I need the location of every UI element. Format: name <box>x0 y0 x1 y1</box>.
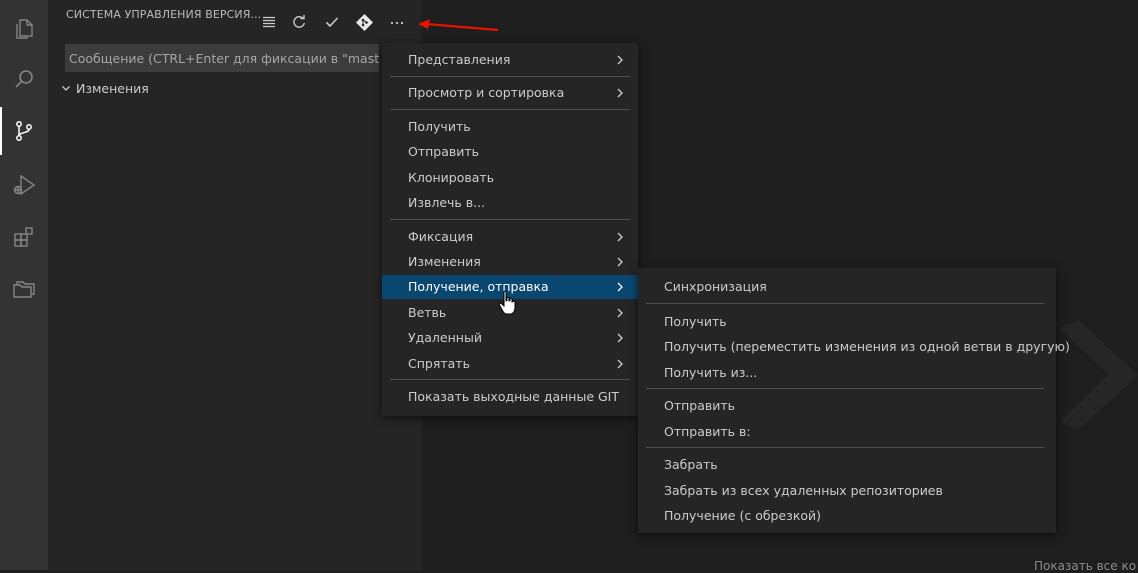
menu-item-label: Извлечь в... <box>408 195 486 210</box>
more-actions-menu: Представления Просмотр и сортировка Полу… <box>382 43 638 416</box>
chevron-right-icon <box>617 282 623 292</box>
menu-item-label: Отправить в: <box>664 424 751 439</box>
run-debug-icon[interactable] <box>0 161 48 209</box>
menu-item-checkout[interactable]: Извлечь в... <box>382 191 638 215</box>
chevron-right-icon <box>617 232 623 242</box>
menu-item-label: Забрать <box>664 457 718 472</box>
menu-item-view-sort[interactable]: Просмотр и сортировка <box>382 81 638 105</box>
chevron-right-icon <box>617 257 623 267</box>
menu-item-label: Спрятать <box>408 356 470 371</box>
submenu-item-pull[interactable]: Получить <box>638 310 1056 334</box>
menu-item-push[interactable]: Отправить <box>382 140 638 164</box>
check-icon[interactable] <box>321 11 343 33</box>
chevron-down-icon <box>62 86 70 91</box>
more-icon[interactable] <box>386 11 408 33</box>
submenu-item-fetch-prune[interactable]: Получение (с обрезкой) <box>638 504 1056 528</box>
chevron-right-icon <box>617 55 623 65</box>
menu-separator <box>390 76 630 77</box>
chevron-right-icon <box>617 308 623 318</box>
submenu-item-pull-from[interactable]: Получить из... <box>638 361 1056 385</box>
menu-item-clone[interactable]: Клонировать <box>382 166 638 190</box>
menu-item-label: Представления <box>408 52 511 67</box>
menu-item-label: Ветвь <box>408 305 447 320</box>
list-icon[interactable] <box>258 11 280 33</box>
menu-item-label: Показать выходные данные GIT <box>408 389 620 404</box>
panel-title: СИСТЕМА УПРАВЛЕНИЯ ВЕРСИЯ... <box>66 8 262 21</box>
menu-item-stash[interactable]: Спрятать <box>382 352 638 376</box>
menu-item-label: Синхронизация <box>664 279 767 294</box>
menu-item-label: Отправить <box>408 144 480 159</box>
source-control-icon[interactable] <box>0 107 48 155</box>
menu-item-label: Получить из... <box>664 365 758 380</box>
menu-separator <box>390 379 630 380</box>
menu-item-label: Изменения <box>408 254 481 269</box>
menu-separator <box>390 109 630 110</box>
menu-item-label: Отправить <box>664 398 736 413</box>
menu-separator <box>646 447 1044 448</box>
menu-item-label: Просмотр и сортировка <box>408 85 565 100</box>
menu-item-remote[interactable]: Удаленный <box>382 326 638 350</box>
menu-item-label: Получение (с обрезкой) <box>664 508 822 523</box>
git-icon[interactable] <box>353 11 375 33</box>
hand-cursor-icon <box>498 290 516 315</box>
menu-item-label: Забрать из всех удаленных репозиториев <box>664 483 943 498</box>
menu-item-changes[interactable]: Изменения <box>382 250 638 274</box>
changes-group-header[interactable]: Изменения <box>60 80 149 96</box>
explorer-icon[interactable] <box>0 5 48 53</box>
menu-item-views[interactable]: Представления <box>382 48 638 72</box>
changes-label: Изменения <box>76 80 149 96</box>
submenu-item-push[interactable]: Отправить <box>638 394 1056 418</box>
chevron-right-icon <box>617 88 623 98</box>
submenu-item-fetch[interactable]: Забрать <box>638 453 1056 477</box>
menu-item-label: Удаленный <box>408 330 482 345</box>
menu-item-label: Фиксация <box>408 229 474 244</box>
pull-push-submenu: Синхронизация Получить Получить (перемес… <box>638 268 1070 533</box>
refresh-icon[interactable] <box>288 11 310 33</box>
show-all-commands-hint: Показать все ко <box>1034 559 1137 573</box>
submenu-item-push-to[interactable]: Отправить в: <box>638 420 1056 444</box>
chevron-right-icon <box>617 333 623 343</box>
remote-explorer-icon[interactable] <box>0 265 48 313</box>
search-icon[interactable] <box>0 55 48 103</box>
commit-message-input[interactable] <box>65 44 379 72</box>
menu-item-label: Получить <box>408 119 471 134</box>
menu-separator <box>390 219 630 220</box>
menu-separator <box>646 388 1044 389</box>
activity-bar <box>0 0 48 570</box>
submenu-item-sync[interactable]: Синхронизация <box>638 275 1056 299</box>
menu-item-label: Получить <box>664 314 727 329</box>
menu-separator <box>646 303 1044 304</box>
annotation-arrow-icon <box>418 19 499 32</box>
menu-item-label: Клонировать <box>408 170 495 185</box>
source-control-panel: СИСТЕМА УПРАВЛЕНИЯ ВЕРСИЯ... Изменения <box>48 0 422 570</box>
menu-item-pull[interactable]: Получить <box>382 115 638 139</box>
chevron-right-icon <box>617 359 623 369</box>
menu-item-label: Получить (переместить изменения из одной… <box>664 339 1070 354</box>
submenu-item-fetch-all[interactable]: Забрать из всех удаленных репозиториев <box>638 479 1056 503</box>
submenu-item-pull-rebase[interactable]: Получить (переместить изменения из одной… <box>638 335 1070 359</box>
editor-watermark-icon <box>1060 320 1138 430</box>
menu-item-commit[interactable]: Фиксация <box>382 225 638 249</box>
menu-item-label: Получение, отправка <box>408 279 549 294</box>
extensions-icon[interactable] <box>0 213 48 261</box>
menu-item-show-git-output[interactable]: Показать выходные данные GIT <box>382 385 638 409</box>
